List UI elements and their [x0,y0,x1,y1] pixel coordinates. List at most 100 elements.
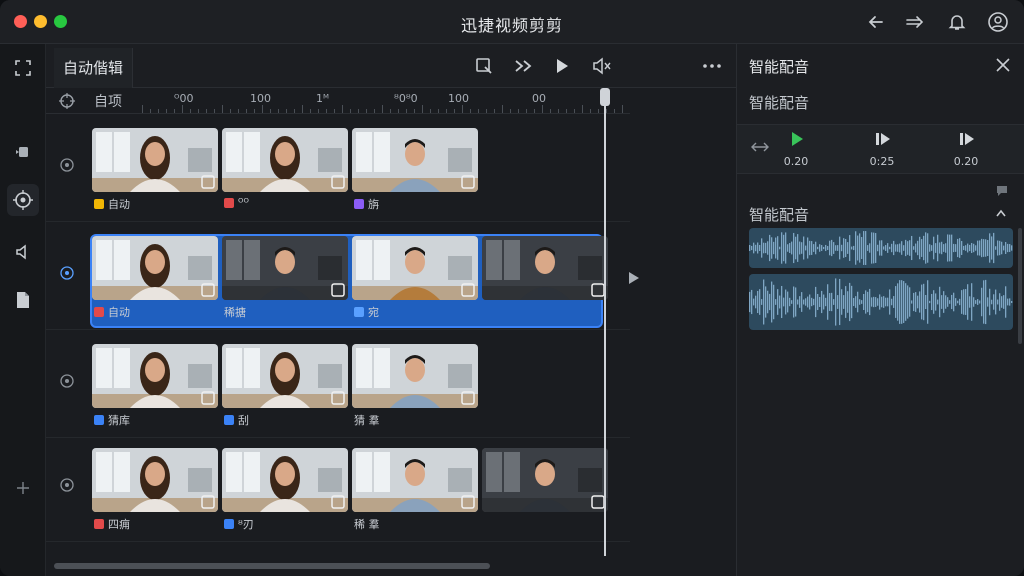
ruler-tick [478,109,479,113]
more-options-icon[interactable] [700,54,724,78]
expand-arrow-icon[interactable] [627,270,641,286]
document-icon[interactable] [7,284,39,316]
video-clip-thumbnail[interactable] [222,128,348,192]
ruler-tick [270,109,271,113]
comment-icon[interactable] [995,184,1009,198]
track-row[interactable]: 猜库 刮 猜 羣 [46,334,630,438]
waveform-bar [775,237,777,259]
waveform-bar [913,246,915,250]
video-clip-thumbnail[interactable] [352,448,478,512]
waveform-bar [823,246,825,250]
video-clip-thumbnail[interactable] [92,344,218,408]
close-icon[interactable] [994,56,1012,74]
waveform-bar [883,296,885,308]
waveform-bar [761,238,763,258]
waveform-bar [861,300,863,304]
timeline-target-icon[interactable] [58,92,76,114]
ruler-tick [222,105,223,113]
control-item-1[interactable]: 0.20 [761,125,831,175]
add-track-icon[interactable] [7,472,39,504]
waveform-bar [899,243,901,253]
audio-waveform-1[interactable] [749,228,1013,268]
timeline-horizontal-scrollbar[interactable] [54,563,490,569]
ruler-tick [190,109,191,113]
select-tool-icon[interactable] [472,54,496,78]
waveform-bar [761,299,763,305]
chevron-up-icon[interactable] [995,208,1007,218]
video-clip-thumbnail[interactable] [222,236,348,300]
play-icon[interactable] [790,131,804,147]
waveform-bar [983,239,985,257]
waveform-bar [933,290,935,314]
video-clip-thumbnail[interactable] [92,128,218,192]
ruler-tick [494,109,495,113]
forward-arrow-icon[interactable] [903,10,927,34]
clip-caption-text: 自动 [108,306,130,319]
video-clip-thumbnail[interactable] [222,344,348,408]
waveform-bar [1003,245,1005,251]
ruler-tick [454,109,455,113]
bell-icon[interactable] [945,10,969,34]
waveform-bar [825,297,827,307]
ruler-tick [166,109,167,113]
effects-target-icon[interactable] [7,184,39,216]
title-bar: 迅捷视频剪剪 [0,0,1024,44]
video-clip-thumbnail[interactable] [482,448,608,512]
waveform-bar [863,231,865,265]
video-clip-thumbnail[interactable] [352,128,478,192]
ruler-label: 1ᴹ [316,92,329,105]
waveform-bar [825,244,827,252]
waveform-bar [997,240,999,256]
waveform-bar [831,239,833,257]
track-row[interactable]: 四痈 ᴽ刃 稀 羣 [46,438,630,542]
video-clip-thumbnail[interactable] [352,236,478,300]
timeline-ruler[interactable]: 自项 ᴼ00 100 1ᴹ ᴽ0ᴽ0 100 00 [46,88,630,114]
track-target-icon[interactable] [58,156,76,174]
waveform-bar [789,243,791,253]
media-import-icon[interactable] [7,136,39,168]
video-clip-thumbnail[interactable] [222,448,348,512]
control-value: 0.20 [783,155,809,168]
track-target-icon[interactable] [58,476,76,494]
ruler-tick [438,109,439,113]
waveform-bar [773,241,775,255]
waveform-bar [991,236,993,260]
panel-vertical-scrollbar[interactable] [1018,228,1022,344]
audio-waveform-2[interactable] [749,274,1013,330]
audio-speaker-icon[interactable] [7,236,39,268]
ruler-label: 100 [250,92,271,105]
waveform-bar [941,295,943,309]
waveform-bar [995,289,997,315]
waveform-bar [845,238,847,258]
back-arrow-icon[interactable] [864,10,888,34]
video-clip-thumbnail[interactable] [92,448,218,512]
control-item-2[interactable]: 0:25 [847,125,917,175]
control-item-3[interactable]: 0.20 [931,125,1001,175]
waveform-bar [789,297,791,307]
video-clip-thumbnail[interactable] [92,236,218,300]
ruler-tick [294,109,295,113]
track-target-icon[interactable] [58,372,76,390]
waveform-bar [847,242,849,254]
video-clip-thumbnail[interactable] [352,344,478,408]
ruler-tick [158,109,159,113]
play-icon[interactable] [550,54,574,78]
waveform-bar [979,240,981,256]
track-target-icon[interactable] [58,264,76,282]
track-row[interactable]: 自动 ᴼᴼ 旃 [46,118,630,222]
clip-caption: 自动 [94,196,130,212]
playhead-handle[interactable] [600,88,610,106]
fast-forward-icon[interactable] [512,54,536,78]
mute-speaker-icon[interactable] [590,54,614,78]
video-clip-thumbnail[interactable] [482,236,608,300]
ruler-tick [174,109,175,113]
user-avatar-icon[interactable] [986,10,1010,34]
waveform-bar [999,240,1001,256]
step-icon[interactable] [959,131,975,147]
crop-select-icon[interactable] [7,52,39,84]
editor-tab[interactable]: 自动偕辑 [54,48,134,88]
waveform-bar [935,293,937,311]
track-row[interactable]: 自动 稀搪 宛 [46,226,630,330]
step-icon[interactable] [875,131,891,147]
playhead[interactable] [604,88,606,556]
